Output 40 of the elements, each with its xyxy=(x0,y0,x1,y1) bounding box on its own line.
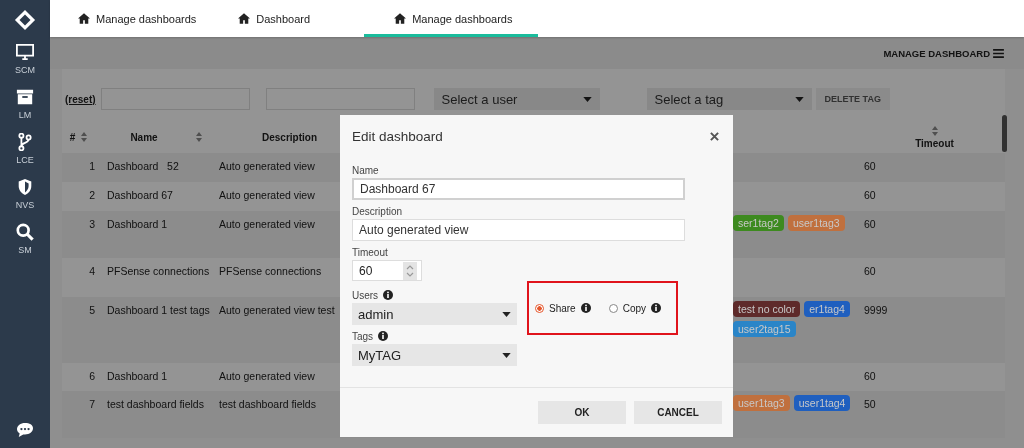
field-label: Timeout xyxy=(352,246,388,258)
field-label: Name xyxy=(352,164,379,176)
tag-chip: user2tag15 xyxy=(733,321,796,337)
table-cell: Dashboard 1 xyxy=(107,218,168,230)
table-cell-text: 2 xyxy=(89,189,95,203)
table-cell: Dashboard 1 test tags xyxy=(107,304,210,316)
field-label: Tags xyxy=(352,330,374,342)
table-cell: test dashboard fields xyxy=(219,398,316,410)
table-cell: 60 xyxy=(864,189,876,201)
table-cell: 60 xyxy=(864,265,876,277)
table-cell: 50 xyxy=(864,398,876,410)
dialog-title: Edit dashboard xyxy=(352,129,443,144)
table-cell: Auto generated view xyxy=(219,218,315,230)
table-cell: PFSense connections xyxy=(219,265,322,277)
table-cell: 60 xyxy=(864,218,876,230)
tag-chip: er1tag4 xyxy=(804,301,850,317)
table-cell-text: 4 xyxy=(89,265,95,279)
table-cell: Auto generated view xyxy=(219,370,315,382)
table-cell: 60 xyxy=(864,370,876,382)
table-cell: Dashboard 67 xyxy=(107,189,173,201)
table-cell: Dashboard 1 xyxy=(107,370,168,382)
table-cell: Auto generated view xyxy=(219,160,315,172)
tag-chip: user1tag3 xyxy=(787,215,845,231)
table-cell: test dashboard fields xyxy=(107,398,204,410)
table-cell-text: 7 xyxy=(89,398,95,412)
tag-chip: test no color xyxy=(733,301,801,317)
tag-chip: user1tag4 xyxy=(793,395,851,411)
table-cell-text: 3 xyxy=(89,218,95,232)
field-label: Users xyxy=(352,289,379,301)
table-cell: Auto generated view xyxy=(219,189,315,201)
table-cell: 9999 xyxy=(864,304,888,316)
table-cell: PFSense connections xyxy=(107,265,210,277)
table-cell-text: 5 xyxy=(89,304,95,318)
table-cell-text: 1 xyxy=(89,160,95,174)
table-cell: 60 xyxy=(864,160,876,172)
table-cell-text: 6 xyxy=(89,370,95,384)
table-cell: Dashboard 52 xyxy=(107,160,179,172)
tag-chip: ser1tag2 xyxy=(733,215,784,231)
table-cell: Auto generated view test xyxy=(219,304,335,316)
tag-chip: user1tag3 xyxy=(733,395,790,411)
